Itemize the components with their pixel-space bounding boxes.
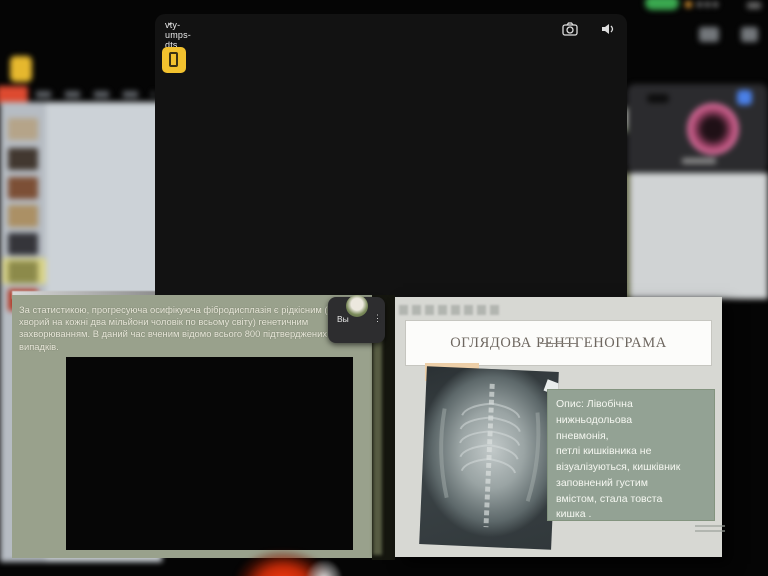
self-menu-icon[interactable]: ⋮ [373,313,382,324]
screenshot-root: vty-umps-dts▸ Олександра ⋮ Ольга ⋮ [0,0,768,576]
slide-description: Опис: Лівобічна нижньодольова пневмонія,… [547,389,715,521]
camera-switch-icon[interactable] [561,21,579,37]
background-blue-badge [737,90,752,105]
chest-xray-photo [419,366,559,550]
shared-slide-right: ОГЛЯДОВА РЕНТГЕНОГРАМА Опис: Лівобічна н… [395,297,722,557]
background-participant-tile [627,84,768,173]
status-green-pill [645,0,679,10]
status-dot [697,2,702,7]
background-app-icon [10,56,32,82]
skeleton-xray-image [66,357,353,550]
slide-title-box: ОГЛЯДОВА РЕНТГЕНОГРАМА [405,320,712,366]
title-rule-right [540,343,578,344]
background-label-pill [647,94,669,103]
background-thumbnail [8,148,38,170]
slide-gap-edge [373,330,382,555]
battery-icon [747,2,761,9]
self-view-tile[interactable]: Вы ⋮ [328,297,385,343]
self-label: Вы [337,314,349,324]
chevron-right-icon: ▸ [168,20,172,28]
background-toolbar-icon [699,27,719,42]
background-menu-bar [36,91,154,98]
status-dot [705,2,710,7]
status-dot [713,2,718,7]
presenter-watermark [399,305,499,315]
speaker-icon[interactable] [599,21,617,37]
slide-text: За статистикою, прогресуюча осифікуюча ф… [19,304,365,353]
background-thumbnail [8,233,38,255]
background-toolbar-icon [741,27,758,42]
tiny-caption [695,525,725,534]
shared-slide-left: За статистикою, прогресуюча осифікуюча ф… [12,295,372,558]
background-name-dash [682,158,716,164]
background-thumbnail [8,177,38,199]
self-avatar [346,295,368,317]
floating-notes-icon[interactable] [162,47,186,73]
background-slide-area [630,173,768,299]
background-thumbnail [8,261,38,283]
background-avatar-pink [687,103,739,155]
background-thumbnail [8,118,38,140]
video-call-window: vty-umps-dts▸ Олександра ⋮ Ольга ⋮ [155,14,627,310]
status-orange-dot [685,1,692,8]
background-thumbnail [8,205,38,227]
bottom-white-glow [306,560,342,576]
